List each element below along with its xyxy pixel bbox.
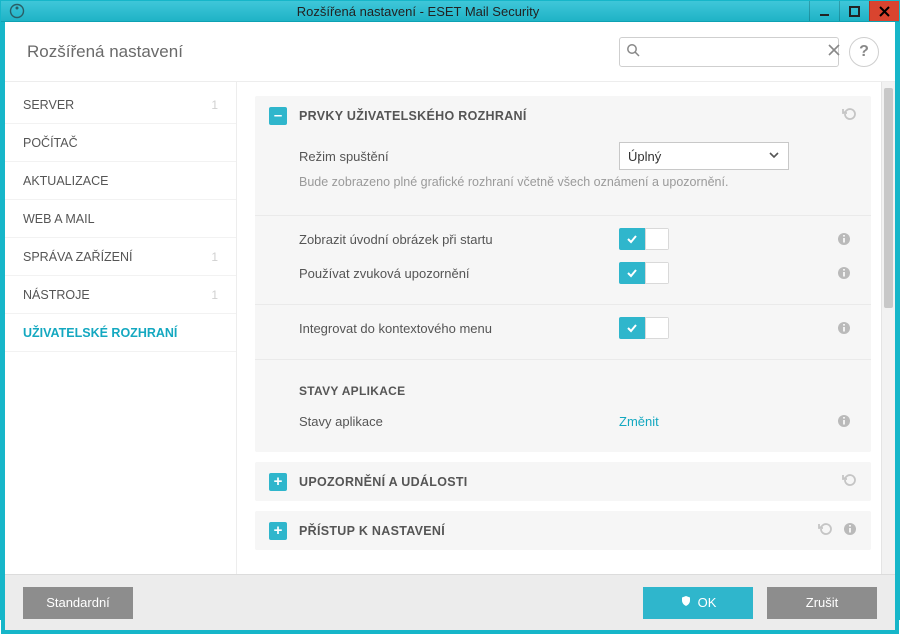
page-title: Rozšířená nastavení: [27, 42, 183, 62]
window-title: Rozšířená nastavení - ESET Mail Security: [27, 4, 809, 19]
section-alerts-events: + UPOZORNĚNÍ A UDÁLOSTI: [255, 462, 871, 501]
clear-search-icon[interactable]: [828, 44, 840, 59]
app-states-heading: STAVY APLIKACE: [299, 366, 857, 404]
cancel-button[interactable]: Zrušit: [767, 587, 877, 619]
app-states-change-link[interactable]: Změnit: [619, 414, 659, 429]
sidebar-item-device-mgmt[interactable]: SPRÁVA ZAŘÍZENÍ 1: [5, 238, 236, 276]
shield-icon: [680, 595, 692, 610]
search-icon: [626, 43, 640, 60]
sidebar-item-tools[interactable]: NÁSTROJE 1: [5, 276, 236, 314]
section-body: Režim spuštění Úplný: [255, 135, 871, 452]
help-icon: ?: [859, 43, 869, 61]
info-icon[interactable]: [831, 321, 857, 335]
frame: Rozšířená nastavení ? SERVER 1: [1, 22, 899, 634]
close-icon: [879, 6, 890, 17]
sidebar-item-ui[interactable]: UŽIVATELSKÉ ROZHRANÍ: [5, 314, 236, 352]
sidebar-item-label: UŽIVATELSKÉ ROZHRANÍ: [23, 326, 177, 340]
titlebar: Rozšířená nastavení - ESET Mail Security: [1, 1, 899, 22]
sidebar-item-label: SERVER: [23, 98, 74, 112]
info-icon[interactable]: [831, 266, 857, 280]
revert-icon[interactable]: [841, 106, 857, 125]
sidebar-item-label: AKTUALIZACE: [23, 174, 108, 188]
check-icon: [619, 262, 645, 284]
section-header[interactable]: + PŘÍSTUP K NASTAVENÍ: [255, 511, 871, 550]
body: SERVER 1 POČÍTAČ AKTUALIZACE WEB A MAIL …: [5, 82, 895, 574]
info-icon[interactable]: [831, 414, 857, 428]
revert-icon[interactable]: [817, 521, 833, 540]
sidebar-item-server[interactable]: SERVER 1: [5, 86, 236, 124]
row-app-states: Stavy aplikace Změnit: [299, 404, 857, 438]
section-header[interactable]: + UPOZORNĚNÍ A UDÁLOSTI: [255, 462, 871, 501]
button-label: Zrušit: [806, 595, 839, 610]
divider: [255, 304, 871, 305]
content-scroll[interactable]: – PRVKY UŽIVATELSKÉHO ROZHRANÍ Režim spu…: [237, 82, 881, 574]
sidebar-item-badge: 1: [211, 288, 218, 302]
window: Rozšířená nastavení - ESET Mail Security…: [0, 0, 900, 620]
sidebar-item-web-mail[interactable]: WEB A MAIL: [5, 200, 236, 238]
help-button[interactable]: ?: [849, 37, 879, 67]
minimize-button[interactable]: [809, 1, 839, 21]
section-access-settings: + PŘÍSTUP K NASTAVENÍ: [255, 511, 871, 550]
row-context-menu: Integrovat do kontextového menu: [299, 311, 857, 345]
startup-mode-select[interactable]: Úplný: [619, 142, 789, 170]
sidebar: SERVER 1 POČÍTAČ AKTUALIZACE WEB A MAIL …: [5, 82, 237, 574]
startup-mode-description: Bude zobrazeno plné grafické rozhraní vč…: [299, 173, 819, 205]
context-menu-label: Integrovat do kontextového menu: [299, 321, 619, 336]
sidebar-item-computer[interactable]: POČÍTAČ: [5, 124, 236, 162]
expand-icon[interactable]: +: [269, 522, 287, 540]
revert-icon[interactable]: [841, 472, 857, 491]
section-title: PRVKY UŽIVATELSKÉHO ROZHRANÍ: [299, 109, 829, 123]
app-icon: [7, 1, 27, 21]
section-ui-elements: – PRVKY UŽIVATELSKÉHO ROZHRANÍ Režim spu…: [255, 96, 871, 452]
window-buttons: [809, 1, 899, 21]
info-icon[interactable]: [831, 232, 857, 246]
toolbar: Rozšířená nastavení ?: [5, 22, 895, 82]
collapse-icon[interactable]: –: [269, 107, 287, 125]
content-area: – PRVKY UŽIVATELSKÉHO ROZHRANÍ Režim spu…: [237, 82, 895, 574]
sidebar-item-label: POČÍTAČ: [23, 136, 78, 150]
maximize-icon: [849, 6, 860, 17]
section-header[interactable]: – PRVKY UŽIVATELSKÉHO ROZHRANÍ: [255, 96, 871, 135]
sidebar-item-label: WEB A MAIL: [23, 212, 95, 226]
app-states-label: Stavy aplikace: [299, 414, 619, 429]
expand-icon[interactable]: +: [269, 473, 287, 491]
sidebar-item-badge: 1: [211, 250, 218, 264]
section-title: UPOZORNĚNÍ A UDÁLOSTI: [299, 475, 829, 489]
check-icon: [619, 317, 645, 339]
button-label: Standardní: [46, 595, 110, 610]
check-icon: [619, 228, 645, 250]
search-input[interactable]: [646, 44, 822, 59]
divider: [255, 359, 871, 360]
search-box[interactable]: [619, 37, 839, 67]
chevron-down-icon: [768, 149, 780, 164]
sidebar-item-label: SPRÁVA ZAŘÍZENÍ: [23, 250, 133, 264]
default-button[interactable]: Standardní: [23, 587, 133, 619]
show-splash-toggle[interactable]: [619, 228, 669, 250]
startup-mode-label: Režim spuštění: [299, 149, 619, 164]
sidebar-item-badge: 1: [211, 98, 218, 112]
sound-alerts-toggle[interactable]: [619, 262, 669, 284]
maximize-button[interactable]: [839, 1, 869, 21]
sound-alerts-label: Používat zvuková upozornění: [299, 266, 619, 281]
row-show-splash: Zobrazit úvodní obrázek při startu: [299, 222, 857, 256]
scrollbar-thumb[interactable]: [884, 88, 893, 308]
minimize-icon: [819, 6, 830, 17]
scrollbar[interactable]: [881, 82, 895, 574]
show-splash-label: Zobrazit úvodní obrázek při startu: [299, 232, 619, 247]
button-label: OK: [698, 595, 717, 610]
row-startup-mode: Režim spuštění Úplný: [299, 139, 857, 173]
select-value: Úplný: [628, 149, 661, 164]
row-sound-alerts: Používat zvuková upozornění: [299, 256, 857, 290]
footer: Standardní OK Zrušit: [5, 574, 895, 630]
info-icon[interactable]: [843, 522, 857, 539]
sidebar-item-update[interactable]: AKTUALIZACE: [5, 162, 236, 200]
section-title: PŘÍSTUP K NASTAVENÍ: [299, 524, 805, 538]
divider: [255, 215, 871, 216]
context-menu-toggle[interactable]: [619, 317, 669, 339]
ok-button[interactable]: OK: [643, 587, 753, 619]
close-button[interactable]: [869, 1, 899, 21]
sidebar-item-label: NÁSTROJE: [23, 288, 90, 302]
